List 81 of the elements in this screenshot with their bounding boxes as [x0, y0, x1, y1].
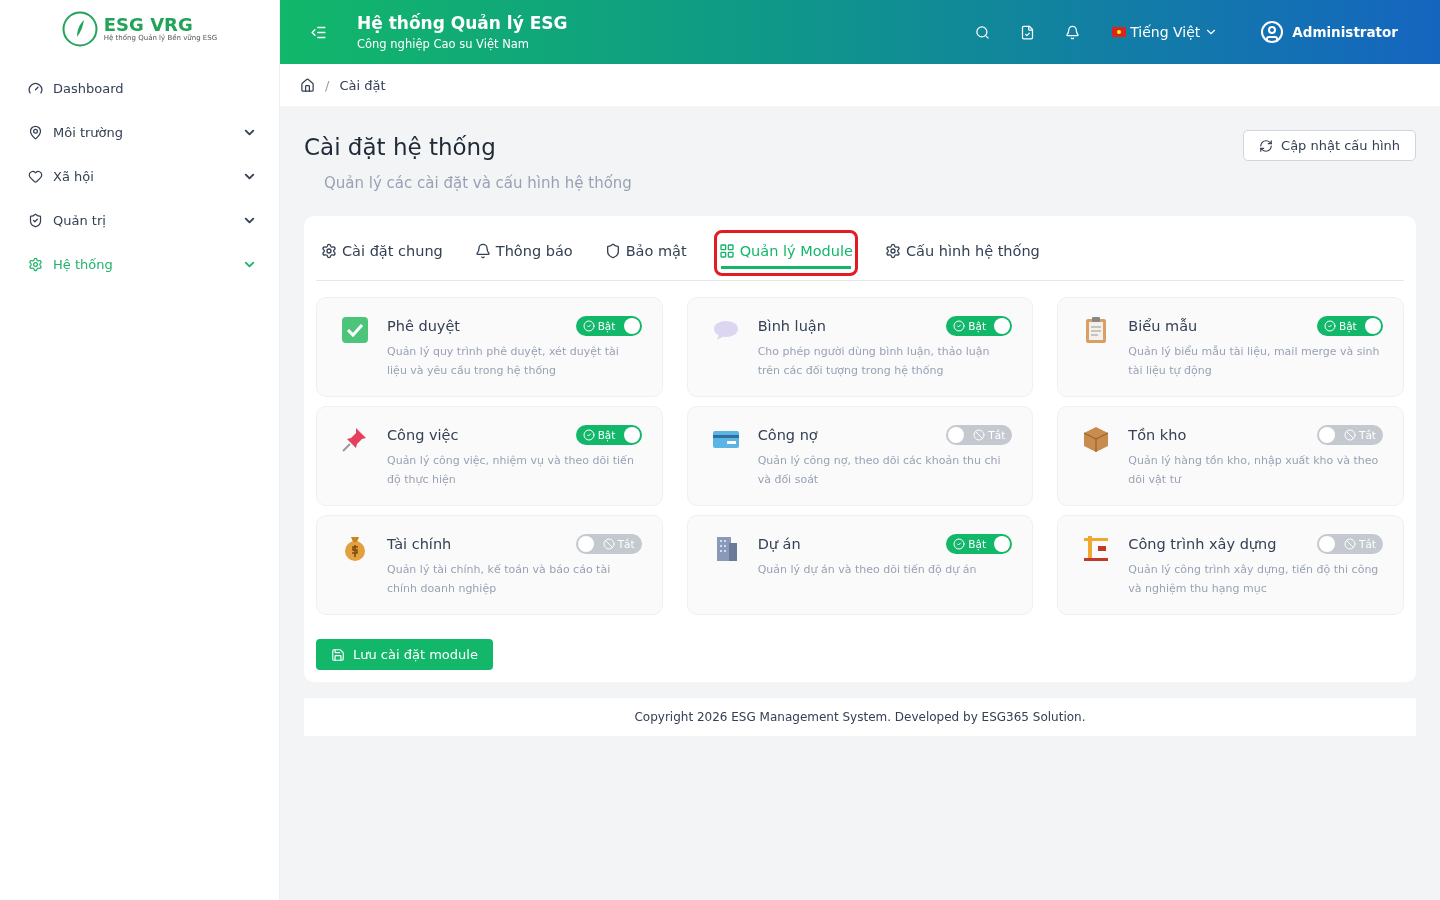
footer-text: Copyright 2026 ESG Management System. Developed by ESG365 Solution. [304, 698, 1416, 736]
module-name: Công nợ [757, 427, 818, 443]
tab-icon [718, 243, 735, 259]
tab[interactable]: Cấu hình hệ thống [879, 230, 1045, 276]
bell-icon [1065, 24, 1081, 40]
document-icon [1020, 24, 1036, 40]
refresh-icon [1259, 138, 1274, 153]
module-name: Công trình xây dựng [1128, 536, 1277, 552]
refresh-config-button[interactable]: Cập nhật cấu hình [1243, 130, 1416, 161]
module-name: Phê duyệt [387, 318, 461, 334]
sidebar-item[interactable]: Quản trị [0, 198, 279, 242]
ban-icon [1344, 538, 1356, 550]
page-subtitle: Quản lý các cài đặt và cấu hình hệ thống [324, 174, 632, 192]
ban-icon [973, 429, 986, 441]
module-toggle[interactable]: Bật [946, 534, 1013, 554]
module-description: Quản lý công việc, nhiệm vụ và theo dõi tiến độ thực hiện [387, 453, 635, 488]
tab-icon [474, 243, 491, 259]
module-description: Quản lý quy trình phê duyệt, xét duyệt tài liệu và yêu cầu trong hệ thống [387, 344, 620, 379]
home-icon[interactable] [300, 77, 315, 93]
sidebar-item[interactable]: Hệ thống [0, 242, 279, 286]
language-selector[interactable]: Tiếng Việt [1112, 24, 1219, 40]
tab-icon [604, 243, 621, 259]
module-name: Dự án [757, 536, 801, 552]
menu-item-icon [28, 212, 43, 228]
header-subtitle: Công nghiệp Cao su Việt Nam [357, 37, 531, 51]
save-icon [331, 647, 345, 662]
breadcrumb-item: Cài đặt [339, 77, 386, 93]
logo-icon [61, 11, 98, 47]
user-menu[interactable]: Administrator [1254, 19, 1404, 45]
check-circle-icon [582, 429, 595, 441]
module-description: Quản lý công nợ, theo dõi các khoản thu chi và đối soát [757, 453, 1002, 488]
tab[interactable]: Cài đặt chung [316, 230, 448, 276]
sidebar-item[interactable]: Dashboard [0, 66, 279, 110]
menu-item-icon [28, 256, 43, 272]
menu-item-icon [28, 80, 43, 96]
sidebar-item[interactable]: Môi trường [0, 110, 279, 154]
checkbox-icon [341, 316, 369, 344]
crane-icon [1082, 534, 1111, 562]
module-name: Biểu mẫu [1128, 318, 1198, 334]
tab[interactable]: Thông báo [469, 230, 578, 276]
module-name: Công việc [387, 427, 459, 443]
check-circle-icon [582, 320, 595, 332]
module-toggle[interactable]: Bật [575, 425, 642, 445]
page-title: Cài đặt hệ thống [304, 134, 497, 160]
module-toggle[interactable]: Bật [1317, 316, 1383, 336]
ban-icon [602, 538, 615, 550]
module-toggle[interactable]: Bật [575, 316, 642, 336]
check-circle-icon [953, 538, 966, 550]
module-name: Bình luận [757, 318, 826, 334]
save-module-button[interactable]: Lưu cài đặt module [316, 639, 493, 670]
flag-icon [1112, 27, 1127, 37]
module-description: Quản lý tài chính, kế toán và báo cáo tài chính doanh nghiệp [387, 562, 612, 597]
tab-icon [321, 243, 337, 259]
check-circle-icon [953, 320, 966, 332]
logo-title: ESG VRG [103, 16, 193, 34]
sidebar-item[interactable]: Xã hội [0, 154, 279, 198]
module-toggle[interactable]: Tắt [575, 534, 642, 554]
module-toggle[interactable]: Tắt [1317, 534, 1383, 554]
tab[interactable]: Bảo mật [599, 230, 692, 276]
search-icon [975, 24, 991, 40]
module-name: Tài chính [387, 536, 452, 552]
check-circle-icon [1324, 320, 1336, 332]
header-title: Hệ thống Quản lý ESG [357, 13, 568, 33]
user-icon [1260, 20, 1285, 44]
module-toggle[interactable]: Tắt [1317, 425, 1383, 445]
module-description: Quản lý dự án và theo dõi tiến độ dự án [757, 562, 978, 578]
module-description: Quản lý công trình xây dựng, tiến độ thi công và nghiệm thu hạng mục [1128, 562, 1380, 597]
pushpin-icon [341, 425, 369, 453]
package-icon [1082, 425, 1111, 453]
module-name: Tồn kho [1128, 427, 1187, 443]
module-description: Cho phép người dùng bình luận, thảo luận trên các đối tượng trong hệ thống [757, 344, 991, 379]
ban-icon [1344, 429, 1356, 441]
module-description: Quản lý hàng tồn kho, nhập xuất kho và theo dõi vật tư [1128, 453, 1380, 488]
menu-item-icon [28, 124, 43, 140]
module-description: Quản lý biểu mẫu tài liệu, mail merge và sinh tài liệu tự động [1128, 344, 1381, 379]
module-toggle[interactable]: Tắt [946, 425, 1013, 445]
tab-icon [884, 243, 901, 259]
menu-item-icon [28, 168, 43, 184]
module-toggle[interactable]: Bật [946, 316, 1013, 336]
tab[interactable]: Quản lý Module [713, 230, 858, 276]
breadcrumb-separator: / [325, 77, 330, 93]
